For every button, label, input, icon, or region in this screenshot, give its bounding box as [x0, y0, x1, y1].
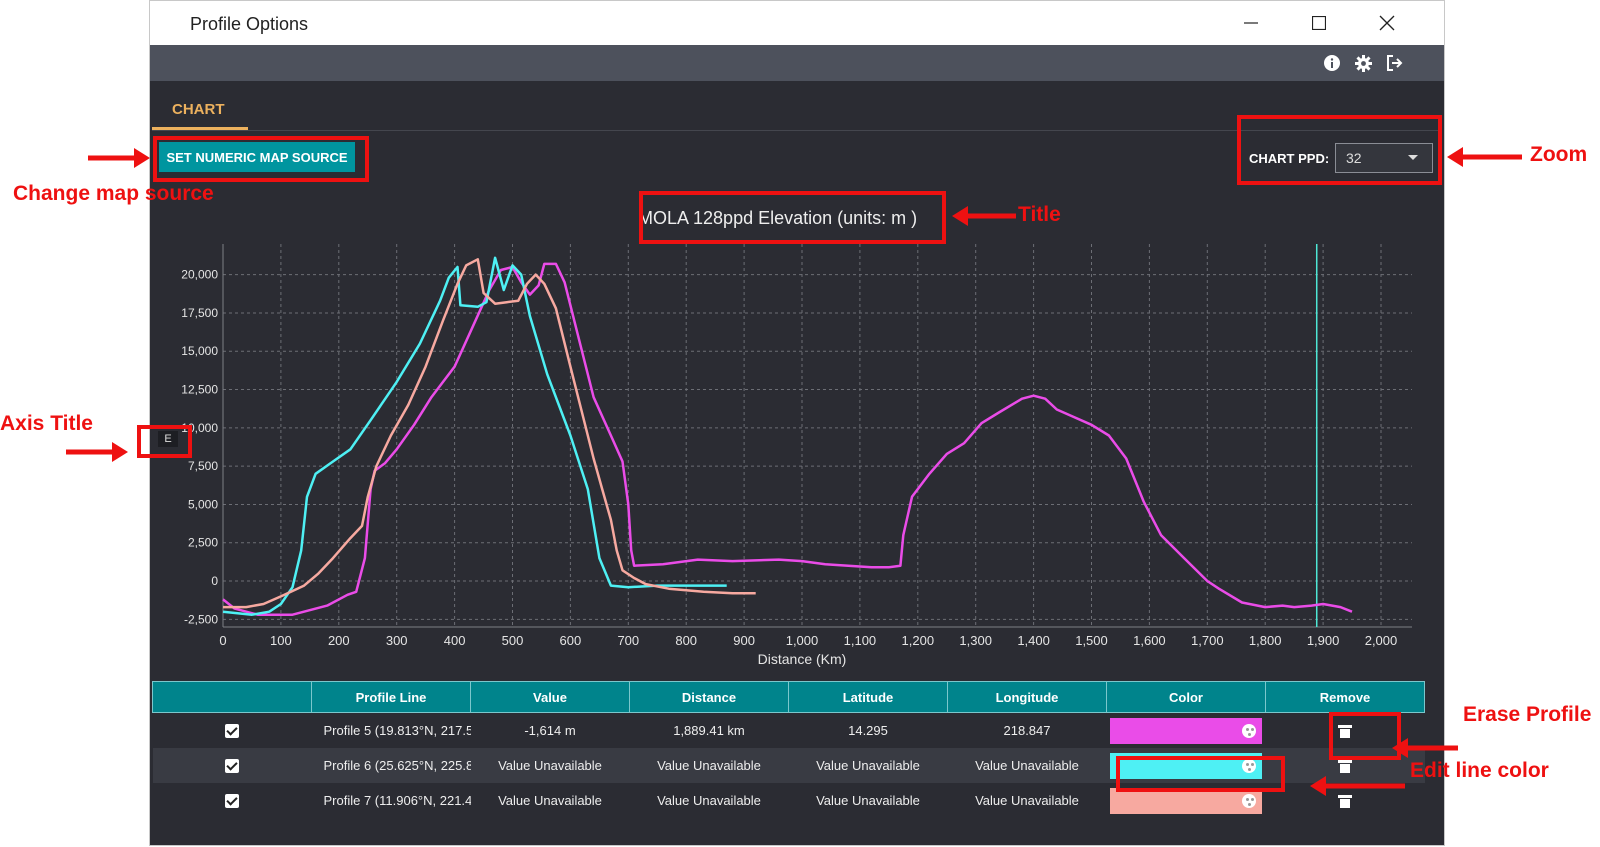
header-latitude[interactable]: Latitude	[788, 681, 948, 713]
axis-title-highlight	[137, 425, 192, 458]
latitude-cell: Value Unavailable	[788, 748, 948, 783]
header-remove[interactable]: Remove	[1265, 681, 1425, 713]
y-tick-label: 5,000	[188, 497, 218, 511]
annotation-erase-profile: Erase Profile	[1463, 703, 1592, 726]
x-tick-label: 1,500	[1075, 633, 1108, 648]
palette-icon	[1242, 793, 1256, 808]
profile-table: Profile Line Value Distance Latitude Lon…	[152, 681, 1425, 818]
trash-icon[interactable]	[1338, 795, 1352, 809]
x-tick-label: 1,400	[1017, 633, 1050, 648]
erase-profile-highlight	[1329, 712, 1401, 760]
arrow-axis-title	[66, 442, 128, 462]
x-tick-label: 0	[219, 633, 226, 648]
edit-line-color-highlight	[1116, 756, 1285, 792]
table-header-row: Profile Line Value Distance Latitude Lon…	[152, 681, 1425, 713]
annotation-change-map-source: Change map source	[13, 182, 214, 205]
value-cell: -1,614 m	[524, 723, 576, 738]
longitude-cell: Value Unavailable	[975, 793, 1079, 808]
x-tick-label: 600	[560, 633, 582, 648]
header-distance[interactable]: Distance	[629, 681, 789, 713]
header-profile-line[interactable]: Profile Line	[311, 681, 471, 713]
x-tick-label: 700	[617, 633, 639, 648]
y-tick-label: 12,500	[181, 383, 218, 397]
profile-line-cell: Profile 6 (25.625°N, 225.87.	[311, 748, 471, 783]
profile-checkbox[interactable]	[225, 794, 239, 809]
x-tick-label: 1,000	[786, 633, 819, 648]
x-tick-label: 800	[675, 633, 697, 648]
y-tick-label: 0	[211, 574, 218, 588]
arrow-zoom	[1447, 147, 1522, 167]
x-tick-label: 300	[386, 633, 408, 648]
zoom-highlight	[1237, 115, 1442, 185]
x-tick-label: 1,600	[1133, 633, 1166, 648]
y-tick-label: 15,000	[181, 344, 218, 358]
value-cell: Value Unavailable	[498, 793, 602, 808]
header-select	[152, 681, 312, 713]
distance-cell: Value Unavailable	[657, 793, 761, 808]
profile-checkbox[interactable]	[225, 759, 239, 774]
profile-line-cell: Profile 7 (11.906°N, 221.46.	[323, 793, 471, 808]
latitude-cell: 14.295	[848, 723, 888, 738]
table-row: Profile 5 (19.813°N, 217.53. -1,614 m 1,…	[153, 713, 1425, 749]
x-tick-label: 1,300	[959, 633, 992, 648]
trash-icon[interactable]	[1338, 760, 1352, 774]
annotation-title: Title	[1018, 203, 1061, 226]
latitude-cell: Value Unavailable	[816, 793, 920, 808]
change-map-source-highlight	[153, 136, 369, 182]
x-tick-label: 1,100	[844, 633, 877, 648]
line-color-swatch[interactable]	[1110, 717, 1262, 744]
y-tick-label: 17,500	[181, 306, 218, 320]
y-tick-label: 2,500	[188, 536, 218, 550]
profile-checkbox[interactable]	[225, 724, 239, 739]
annotation-edit-line-color: Edit line color	[1410, 759, 1549, 782]
title-highlight	[639, 191, 946, 244]
x-tick-label: 100	[270, 633, 292, 648]
header-longitude[interactable]: Longitude	[947, 681, 1107, 713]
x-tick-label: 1,200	[902, 633, 935, 648]
x-tick-label: 500	[502, 633, 524, 648]
x-tick-label: 2,000	[1365, 633, 1398, 648]
x-tick-label: 1,900	[1307, 633, 1340, 648]
y-tick-label: 20,000	[181, 268, 218, 282]
plot-area	[152, 244, 1442, 627]
header-value[interactable]: Value	[470, 681, 630, 713]
longitude-cell: 218.847	[1003, 723, 1051, 738]
x-axis-title: Distance (Km)	[758, 651, 847, 667]
x-tick-label: 1,700	[1191, 633, 1224, 648]
longitude-cell: Value Unavailable	[947, 748, 1107, 783]
header-color[interactable]: Color	[1106, 681, 1266, 713]
arrow-change-map-source	[88, 148, 150, 168]
x-tick-label: 400	[444, 633, 466, 648]
y-tick-label: 7,500	[188, 459, 218, 473]
distance-cell: 1,889.41 km	[673, 723, 745, 738]
x-tick-label: 200	[328, 633, 350, 648]
value-cell: Value Unavailable	[470, 748, 630, 783]
y-tick-label: -2,500	[184, 612, 218, 626]
profile-line-cell: Profile 5 (19.813°N, 217.53.	[323, 723, 471, 738]
annotation-zoom: Zoom	[1530, 143, 1588, 166]
annotation-axis-title: Axis Title	[0, 412, 93, 435]
distance-cell: Value Unavailable	[629, 748, 789, 783]
palette-icon	[1242, 723, 1256, 738]
x-tick-label: 1,800	[1249, 633, 1282, 648]
x-tick-label: 900	[733, 633, 755, 648]
